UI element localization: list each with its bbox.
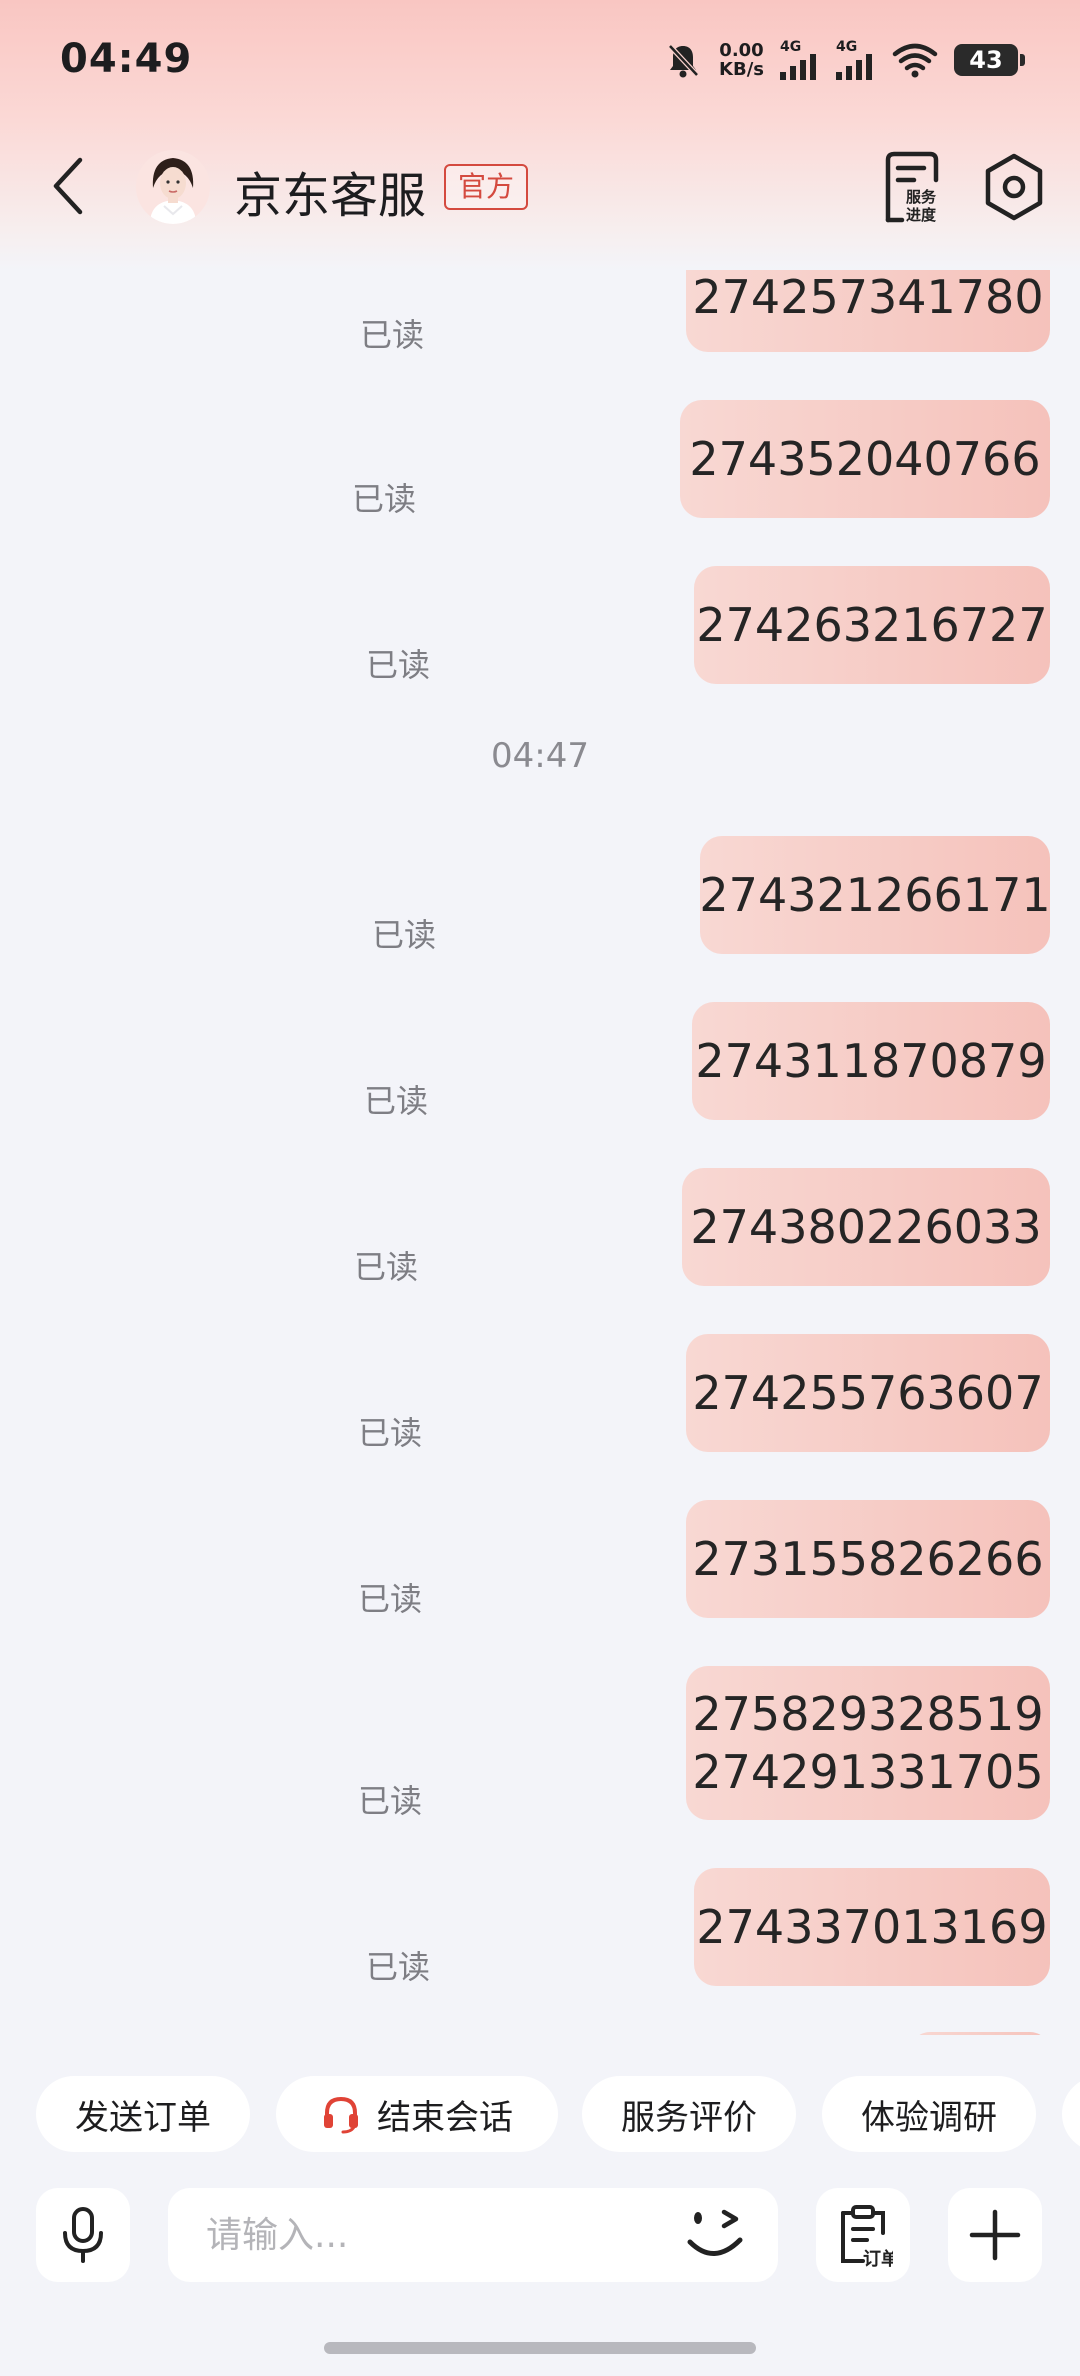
service-progress-button[interactable]: 服务 进度 [878,150,948,226]
message-bubble[interactable]: 274337013169 [694,1868,1050,1986]
chat-timestamp: 04:47 [491,736,589,776]
chat-area[interactable]: 274257341780 已读 274352040766 已读 27426321… [0,260,1080,2035]
page-title: 京东客服 [234,168,427,224]
send-order-chip[interactable]: 发送订单 [36,2076,250,2152]
order-button[interactable]: 订单 [816,2188,910,2282]
end-session-chip[interactable]: 结束会话 [276,2076,558,2152]
read-status: 已读 [371,916,436,954]
read-status: 已读 [353,1248,418,1286]
signal-1-label: 4G [780,39,802,55]
network-speed-unit: KB/s [719,59,764,80]
message-bubble[interactable]: 274352040766 [680,400,1050,518]
message-text: 274352040766 [689,432,1041,486]
service-progress-label-2: 进度 [906,206,937,224]
chip-label: 发送订单 [75,2097,211,2138]
back-button[interactable] [40,150,96,222]
read-status: 已读 [359,316,424,354]
experience-survey-chip[interactable]: 体验调研 [822,2076,1036,2152]
battery-indicator: 43 [954,44,1025,76]
message-text: 274311870879 [695,1034,1047,1088]
message-bubble-partial[interactable] [910,2032,1050,2035]
service-progress-icon: 服务 进度 [885,151,939,224]
cellular-signal-1: 4G [780,40,820,80]
message-bubble[interactable]: 274311870879 [692,1002,1050,1120]
read-status: 已读 [365,1948,430,1986]
message-text: 274321266171 [699,868,1051,922]
battery-level: 43 [969,46,1003,74]
network-speed-value: 0.00 [719,40,764,61]
plus-icon [969,2209,1021,2261]
message-text: 274255763607 [692,1366,1044,1420]
message-bubble[interactable]: 273155826266 [686,1500,1050,1618]
signal-2-label: 4G [836,39,858,55]
header: 04:49 0.00 KB/s 4G 4G 43 京东客服 官方 服务 进度 [0,0,1080,270]
message-bubble[interactable]: 274321266171 [699,836,1051,954]
message-text: 274257341780 [692,270,1044,324]
signal-bars-icon [836,54,872,80]
voice-input-button[interactable] [36,2188,130,2282]
signal-bars-icon [780,54,816,80]
home-indicator[interactable] [324,2342,756,2354]
cellular-signal-2: 4G [836,40,876,80]
message-text: 274291331705 [692,1745,1044,1799]
avatar[interactable] [136,150,210,224]
status-icons: 0.00 KB/s 4G 4G 43 [663,40,1025,80]
read-status: 已读 [351,480,416,518]
order-clipboard-icon: 订单 [841,2205,893,2267]
wink-emoji-icon [687,2209,743,2256]
status-time: 04:49 [60,36,193,82]
chevron-left-icon [53,157,83,215]
headset-icon [321,2094,361,2134]
order-button-label: 订单 [863,2248,893,2267]
read-status: 已读 [357,1414,422,1452]
more-options-button[interactable] [948,2188,1042,2282]
message-text: 274380226033 [690,1200,1042,1254]
input-bar: 订单 [0,2180,1080,2290]
chip-label: 服务评价 [621,2097,757,2138]
microphone-icon [63,2207,103,2263]
message-bubble[interactable]: 274380226033 [682,1168,1050,1286]
bell-muted-icon [668,44,699,78]
wifi-icon [892,43,938,78]
message-text: 274263216727 [696,598,1048,652]
chip-label: 结束会话 [377,2097,513,2138]
read-status: 已读 [357,1782,422,1820]
message-bubble[interactable]: 275829328519 274291331705 [686,1666,1050,1820]
service-progress-label-1: 服务 [906,188,937,206]
read-status: 已读 [357,1580,422,1618]
message-text: 273155826266 [692,1532,1044,1586]
settings-hexagon-icon [985,153,1043,221]
more-chip-partial[interactable] [1062,2076,1080,2152]
service-rating-chip[interactable]: 服务评价 [582,2076,796,2152]
network-speed: 0.00 KB/s [719,41,764,79]
message-bubble[interactable]: 274257341780 [686,260,1050,352]
official-badge: 官方 [444,164,529,210]
message-text: 274337013169 [696,1900,1048,1954]
message-text: 275829328519 [692,1687,1044,1741]
message-bubble[interactable]: 274255763607 [686,1334,1050,1452]
quick-actions-bar: 发送订单 结束会话 服务评价 体验调研 [0,2066,1080,2166]
settings-button[interactable] [982,152,1046,222]
read-status: 已读 [363,1082,428,1120]
agent-avatar-icon [136,150,210,224]
read-status: 已读 [365,646,430,684]
message-bubble[interactable]: 274263216727 [694,566,1050,684]
emoji-button[interactable] [680,2202,750,2268]
chip-label: 体验调研 [861,2097,997,2138]
